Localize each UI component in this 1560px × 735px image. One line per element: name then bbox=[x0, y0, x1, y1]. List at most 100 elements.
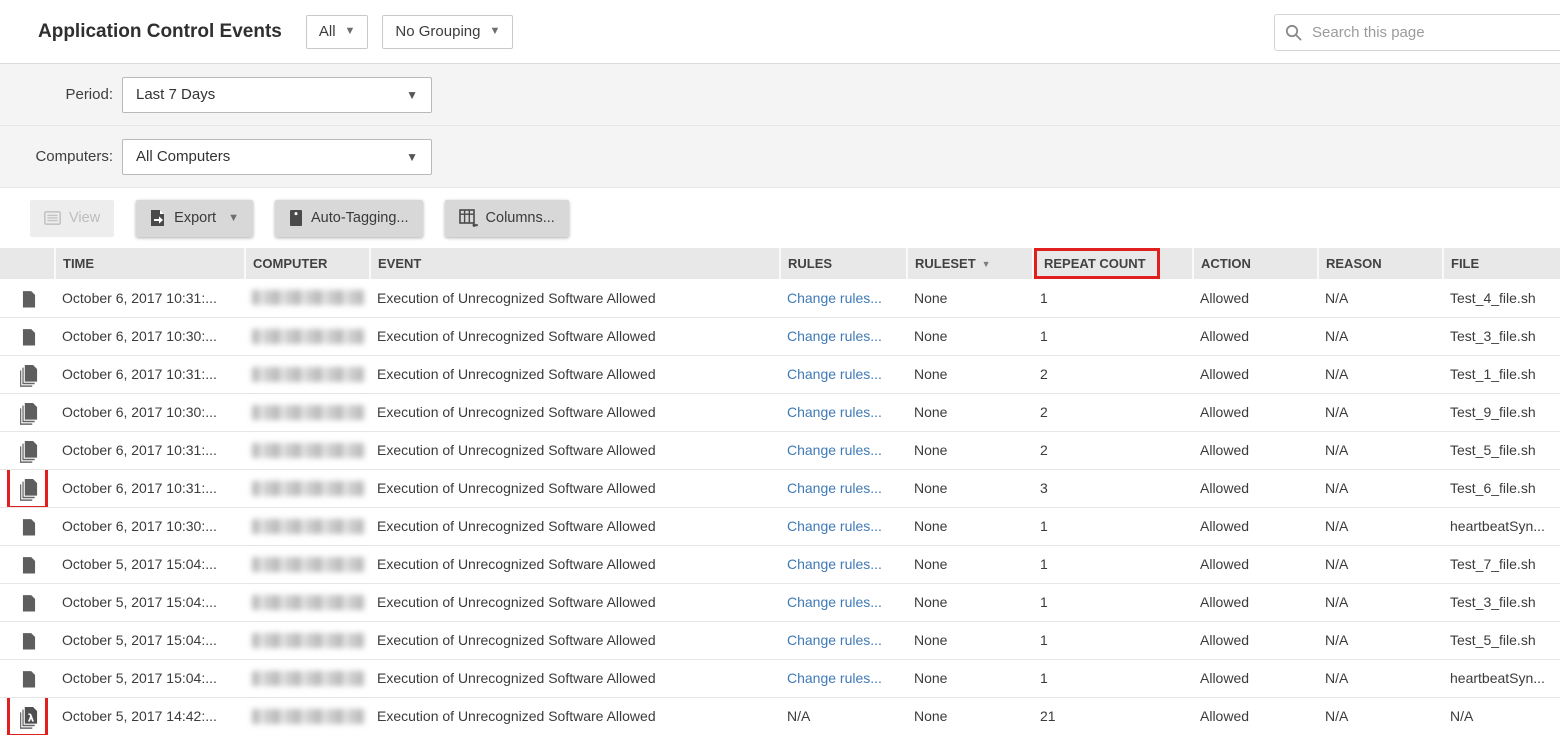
action-cell: Allowed bbox=[1193, 279, 1318, 317]
table-row[interactable]: October 6, 2017 10:31:... Execution of U… bbox=[0, 469, 1560, 507]
event-cell: Execution of Unrecognized Software Allow… bbox=[370, 279, 780, 317]
computer-cell bbox=[245, 431, 370, 469]
file-cell: Test_1_file.sh bbox=[1443, 355, 1560, 393]
rules-cell: Change rules... bbox=[780, 393, 907, 431]
event-icon-cell bbox=[0, 393, 55, 431]
ruleset-cell: None bbox=[907, 393, 1033, 431]
repeat-count-cell: 1 bbox=[1033, 659, 1193, 697]
redacted-computer-name bbox=[252, 481, 364, 496]
change-rules-link[interactable]: Change rules... bbox=[787, 404, 882, 420]
columns-button[interactable]: Columns... bbox=[445, 200, 569, 237]
column-header-repeat-count[interactable]: REPEAT COUNT bbox=[1033, 248, 1193, 279]
repeat-count-cell: 1 bbox=[1033, 545, 1193, 583]
sort-caret-icon: ▼ bbox=[982, 259, 991, 269]
column-header-time[interactable]: TIME bbox=[55, 248, 245, 279]
table-row[interactable]: October 5, 2017 15:04:... Execution of U… bbox=[0, 545, 1560, 583]
search-box[interactable] bbox=[1274, 14, 1560, 51]
redacted-computer-name bbox=[252, 633, 364, 648]
redacted-computer-name bbox=[252, 519, 364, 534]
time-cell: October 5, 2017 15:04:... bbox=[55, 583, 245, 621]
table-row[interactable]: October 5, 2017 15:04:... Execution of U… bbox=[0, 621, 1560, 659]
grouping-dropdown[interactable]: No Grouping ▼ bbox=[382, 15, 513, 49]
computer-cell bbox=[245, 393, 370, 431]
change-rules-link[interactable]: Change rules... bbox=[787, 442, 882, 458]
table-row[interactable]: October 6, 2017 10:30:... Execution of U… bbox=[0, 317, 1560, 355]
rules-cell: Change rules... bbox=[780, 545, 907, 583]
column-header-file[interactable]: FILE bbox=[1443, 248, 1560, 279]
column-header-computer[interactable]: COMPUTER bbox=[245, 248, 370, 279]
repeat-count-cell: 1 bbox=[1033, 621, 1193, 659]
redacted-computer-name bbox=[252, 329, 364, 344]
action-cell: Allowed bbox=[1193, 583, 1318, 621]
page-title: Application Control Events bbox=[38, 21, 282, 43]
change-rules-link[interactable]: Change rules... bbox=[787, 290, 882, 306]
action-cell: Allowed bbox=[1193, 431, 1318, 469]
change-rules-link[interactable]: Change rules... bbox=[787, 670, 882, 686]
file-cell: Test_9_file.sh bbox=[1443, 393, 1560, 431]
search-input[interactable] bbox=[1312, 24, 1555, 41]
event-icon-cell bbox=[0, 507, 55, 545]
column-header-ruleset[interactable]: RULESET▼ bbox=[907, 248, 1033, 279]
table-row[interactable]: October 5, 2017 15:04:... Execution of U… bbox=[0, 659, 1560, 697]
file-cell: Test_5_file.sh bbox=[1443, 621, 1560, 659]
auto-tagging-button[interactable]: Auto-Tagging... bbox=[275, 200, 423, 237]
table-row[interactable]: October 6, 2017 10:31:... Execution of U… bbox=[0, 279, 1560, 317]
time-cell: October 6, 2017 10:30:... bbox=[55, 317, 245, 355]
change-rules-link[interactable]: Change rules... bbox=[787, 632, 882, 648]
rules-cell: Change rules... bbox=[780, 355, 907, 393]
table-body: October 6, 2017 10:31:... Execution of U… bbox=[0, 279, 1560, 735]
change-rules-link[interactable]: Change rules... bbox=[787, 594, 882, 610]
table-row[interactable]: October 6, 2017 10:30:... Execution of U… bbox=[0, 393, 1560, 431]
tag-icon bbox=[289, 209, 303, 227]
view-button[interactable]: View bbox=[30, 200, 114, 237]
computer-cell bbox=[245, 583, 370, 621]
computers-filter-row: Computers: All Computers ▼ bbox=[0, 126, 1560, 188]
column-header-reason[interactable]: REASON bbox=[1318, 248, 1443, 279]
redacted-computer-name bbox=[252, 405, 364, 420]
repeat-count-highlight-box: REPEAT COUNT bbox=[1034, 248, 1160, 279]
caret-down-icon: ▼ bbox=[406, 151, 418, 163]
export-button[interactable]: Export ▼ bbox=[136, 200, 253, 237]
event-icon-cell bbox=[0, 545, 55, 583]
event-icon-cell bbox=[0, 659, 55, 697]
table-row[interactable]: October 6, 2017 10:31:... Execution of U… bbox=[0, 355, 1560, 393]
table-row[interactable]: λ October 5, 2017 14:42:... Execution of… bbox=[0, 697, 1560, 735]
file-cell: Test_3_file.sh bbox=[1443, 583, 1560, 621]
change-rules-link[interactable]: Change rules... bbox=[787, 480, 882, 496]
columns-label: Columns... bbox=[486, 210, 555, 226]
table-row[interactable]: October 6, 2017 10:30:... Execution of U… bbox=[0, 507, 1560, 545]
single-event-icon bbox=[17, 592, 41, 616]
event-scope-dropdown[interactable]: All ▼ bbox=[306, 15, 369, 49]
column-header-event[interactable]: EVENT bbox=[370, 248, 780, 279]
computers-select[interactable]: All Computers ▼ bbox=[122, 139, 432, 175]
event-icon-cell bbox=[0, 355, 55, 393]
table-row[interactable]: October 6, 2017 10:31:... Execution of U… bbox=[0, 431, 1560, 469]
column-header-icon bbox=[0, 248, 55, 279]
time-cell: October 6, 2017 10:30:... bbox=[55, 507, 245, 545]
view-label: View bbox=[69, 210, 100, 226]
redacted-computer-name bbox=[252, 367, 364, 382]
redacted-computer-name bbox=[252, 557, 364, 572]
column-header-action[interactable]: ACTION bbox=[1193, 248, 1318, 279]
svg-text:λ: λ bbox=[27, 712, 34, 724]
file-cell: Test_5_file.sh bbox=[1443, 431, 1560, 469]
change-rules-link[interactable]: Change rules... bbox=[787, 518, 882, 534]
computer-cell bbox=[245, 279, 370, 317]
period-select[interactable]: Last 7 Days ▼ bbox=[122, 77, 432, 113]
table-row[interactable]: October 5, 2017 15:04:... Execution of U… bbox=[0, 583, 1560, 621]
column-header-rules[interactable]: RULES bbox=[780, 248, 907, 279]
computer-cell bbox=[245, 317, 370, 355]
time-cell: October 5, 2017 15:04:... bbox=[55, 545, 245, 583]
event-cell: Execution of Unrecognized Software Allow… bbox=[370, 469, 780, 507]
ruleset-cell: None bbox=[907, 431, 1033, 469]
rules-cell: Change rules... bbox=[780, 431, 907, 469]
action-cell: Allowed bbox=[1193, 697, 1318, 735]
change-rules-link[interactable]: Change rules... bbox=[787, 366, 882, 382]
change-rules-link[interactable]: Change rules... bbox=[787, 556, 882, 572]
event-icon-cell bbox=[0, 621, 55, 659]
repeat-count-cell: 1 bbox=[1033, 507, 1193, 545]
change-rules-link[interactable]: Change rules... bbox=[787, 328, 882, 344]
event-icon-cell: λ bbox=[0, 697, 55, 735]
toolbar: View Export ▼ Auto-Tagging... Columns... bbox=[0, 188, 1560, 248]
rules-cell: Change rules... bbox=[780, 279, 907, 317]
